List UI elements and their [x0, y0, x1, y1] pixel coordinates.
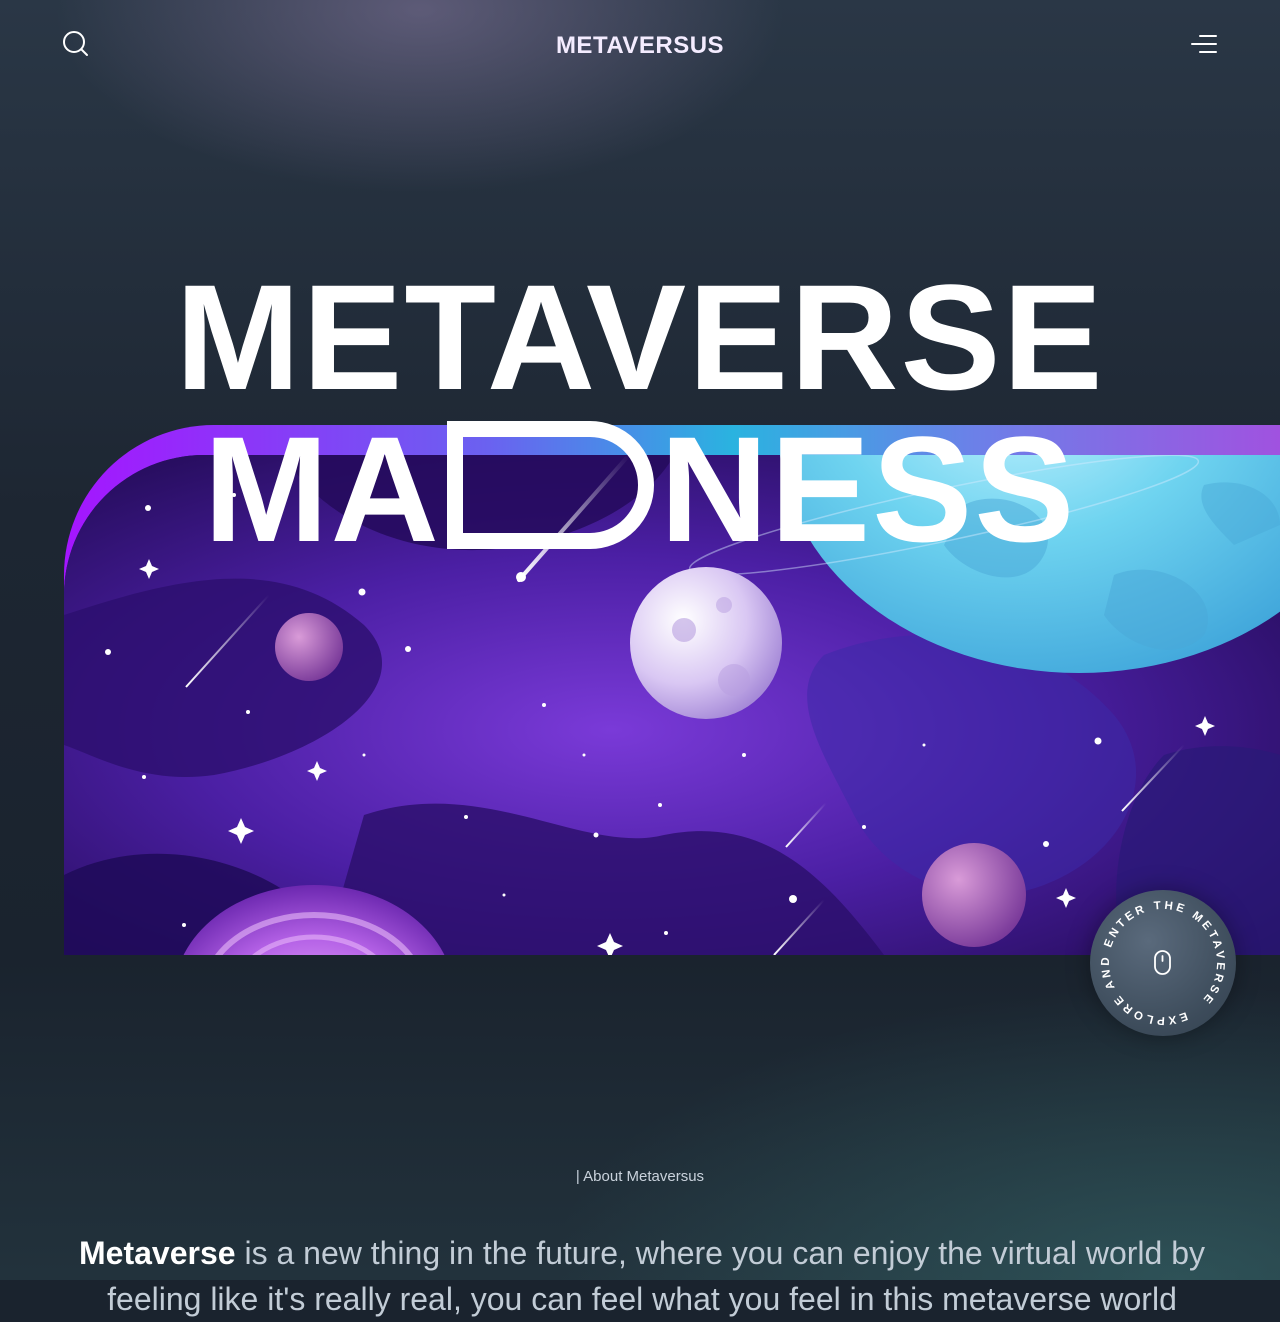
mouse-icon — [1154, 950, 1171, 975]
menu-icon — [1191, 35, 1217, 53]
brand-logo[interactable]: METAVERSUS — [0, 32, 1280, 60]
hero-title-right: NESS — [659, 404, 1077, 573]
navbar: METAVERSUS — [0, 0, 1280, 95]
hero-title-left: MA — [203, 404, 441, 573]
about-description: Metaverse is a new thing in the future, … — [64, 1230, 1220, 1322]
explore-button[interactable]: EXPLORE AND ENTER THE METAVERSE — [1090, 890, 1236, 1036]
explore-circular-text: EXPLORE AND ENTER THE METAVERSE — [1090, 890, 1236, 1036]
svg-text:EXPLORE AND ENTER THE METAVERS: EXPLORE AND ENTER THE METAVERSE — [1090, 890, 1236, 1036]
menu-button[interactable] — [1188, 30, 1220, 58]
hero-title-line-1: METAVERSE — [175, 252, 1105, 421]
madness-pill-shape — [446, 420, 654, 549]
about-body-text: is a new thing in the future, where you … — [107, 1235, 1205, 1317]
hero-title: METAVERSE MA NESS — [0, 261, 1280, 565]
hero-title-line-2: MA NESS — [0, 413, 1280, 565]
explore-badge-graphic: EXPLORE AND ENTER THE METAVERSE — [1090, 890, 1236, 1036]
about-highlight: Metaverse — [79, 1235, 236, 1271]
about-section-label: | About Metaversus — [575, 1168, 705, 1185]
